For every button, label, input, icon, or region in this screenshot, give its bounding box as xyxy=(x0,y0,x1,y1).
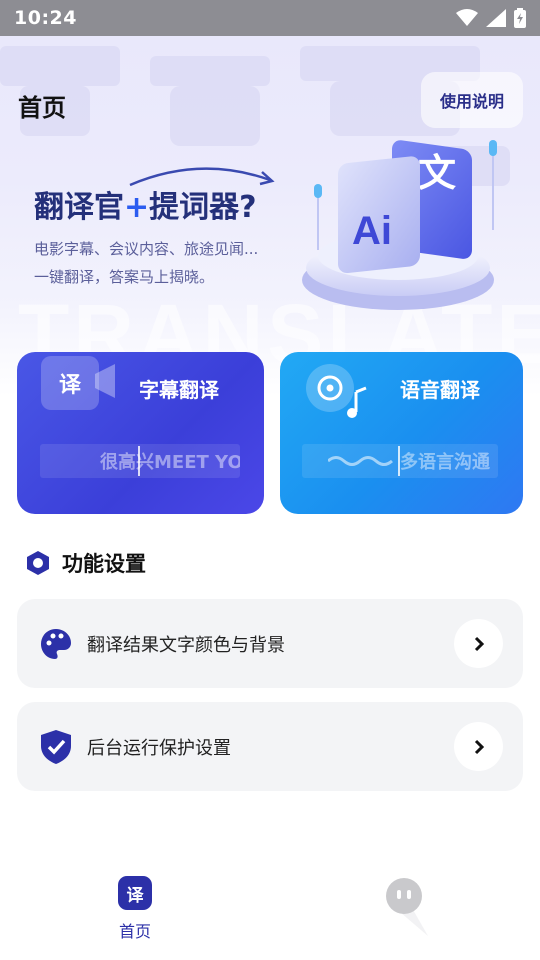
text-cursor xyxy=(138,446,140,476)
setting-row-text-color[interactable]: 翻译结果文字颜色与背景 xyxy=(17,599,523,688)
setting-label-text-color: 翻译结果文字颜色与背景 xyxy=(87,634,285,656)
wen-glyph: 文 xyxy=(418,151,456,195)
chevron-right-button[interactable] xyxy=(454,722,503,771)
page-title: 首页 xyxy=(18,94,66,122)
ai-translate-illustration: 文 Ai xyxy=(302,140,497,310)
subtitle-preview-text: 很高兴MEET YOU xyxy=(100,452,240,473)
status-time: 10:24 xyxy=(14,7,77,29)
ai-glyph: Ai xyxy=(352,209,392,253)
shield-check-icon xyxy=(41,729,71,764)
subtitle-preview-strip: 很高兴MEET YOU xyxy=(40,444,240,478)
settings-section-header: 功能设置 xyxy=(26,548,146,578)
nav-item-home[interactable]: 译 首页 xyxy=(110,876,160,942)
signal-icon xyxy=(486,9,506,27)
chevron-right-icon xyxy=(474,739,484,754)
hero-title-part1: 翻译官 xyxy=(34,190,124,225)
chevron-right-button[interactable] xyxy=(454,619,503,668)
subtitle-translate-card[interactable]: 译 字幕翻译 很高兴MEET YOU xyxy=(17,352,264,514)
wifi-icon xyxy=(456,9,478,27)
nav-home-label: 首页 xyxy=(118,922,151,941)
text-cursor xyxy=(398,446,400,476)
status-bar: 10:24 xyxy=(0,0,540,36)
hero-title: 翻译官+提词器? xyxy=(34,182,257,226)
music-disc-icon xyxy=(306,364,367,418)
camera-lens-icon xyxy=(95,364,115,398)
hero-subtitle-line2: 一键翻译，答案马上揭晓。 xyxy=(34,268,215,286)
subtitle-translate-label: 字幕翻译 xyxy=(139,378,219,402)
voice-translate-card[interactable]: 语音翻译 多语言沟通 xyxy=(280,352,523,514)
hexagon-icon xyxy=(27,551,49,575)
section-title: 功能设置 xyxy=(62,552,146,576)
battery-icon xyxy=(514,8,526,28)
hero-title-part2: 提词器? xyxy=(149,190,257,225)
nav-item-chat[interactable] xyxy=(384,876,432,944)
hero-title-plus: + xyxy=(124,190,150,225)
chat-bubble-icon xyxy=(386,878,428,936)
setting-label-background-protect: 后台运行保护设置 xyxy=(87,737,231,759)
subtitle-translate-icon: 译 xyxy=(41,356,99,410)
chevron-right-icon xyxy=(474,636,484,651)
voice-preview-text: 多语言沟通 xyxy=(400,452,490,473)
palette-icon xyxy=(41,628,71,659)
voice-preview-strip: 多语言沟通 xyxy=(302,444,498,478)
hero-subtitle-line1: 电影字幕、会议内容、旅途见闻... xyxy=(34,240,259,258)
status-icons xyxy=(456,8,526,28)
setting-row-background-protect[interactable]: 后台运行保护设置 xyxy=(17,702,523,791)
voice-translate-label: 语音翻译 xyxy=(400,378,480,402)
home-translate-icon: 译 xyxy=(118,876,152,910)
bottom-nav: 译 首页 xyxy=(0,860,540,960)
sound-wave-icon xyxy=(328,456,393,466)
